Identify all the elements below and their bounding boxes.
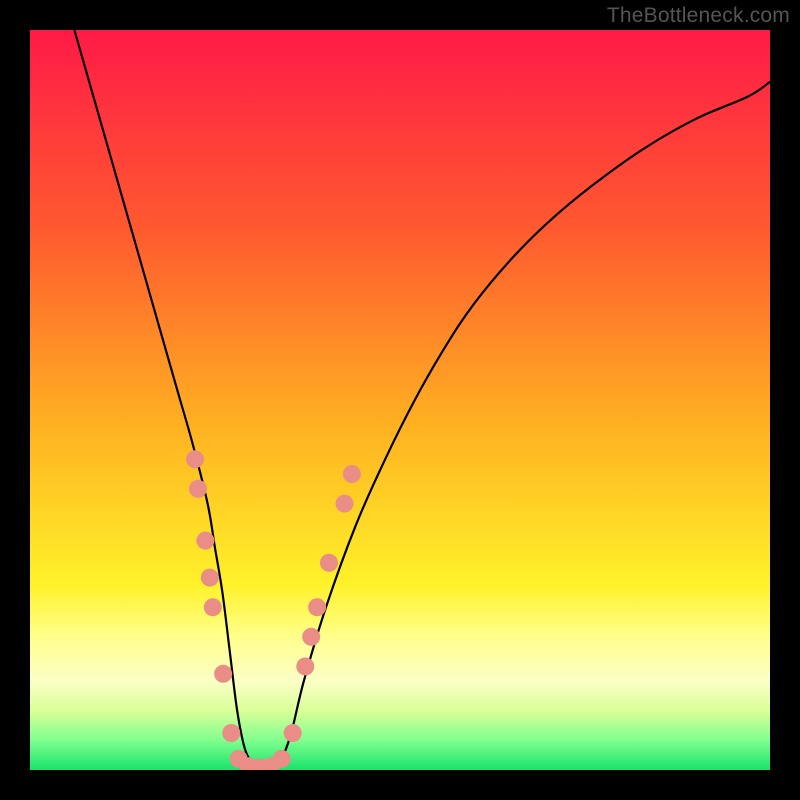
highlight-dot xyxy=(222,724,240,742)
highlight-dot xyxy=(214,665,232,683)
highlight-dot xyxy=(343,465,361,483)
highlight-dot xyxy=(336,495,354,513)
chart-frame: TheBottleneck.com xyxy=(0,0,800,800)
chart-svg xyxy=(30,30,770,770)
highlight-dot xyxy=(273,750,291,768)
highlight-dot xyxy=(320,554,338,572)
highlight-dot xyxy=(296,657,314,675)
watermark-text: TheBottleneck.com xyxy=(607,4,790,28)
plot-area xyxy=(30,30,770,770)
highlight-dot xyxy=(204,598,222,616)
highlight-dot xyxy=(308,598,326,616)
highlight-dot xyxy=(186,450,204,468)
highlight-dot xyxy=(201,569,219,587)
highlight-dot xyxy=(302,628,320,646)
highlight-dot xyxy=(196,532,214,550)
highlight-dot xyxy=(284,724,302,742)
highlight-dots xyxy=(186,450,361,770)
highlight-dot xyxy=(189,480,207,498)
bottleneck-curve xyxy=(74,30,770,770)
